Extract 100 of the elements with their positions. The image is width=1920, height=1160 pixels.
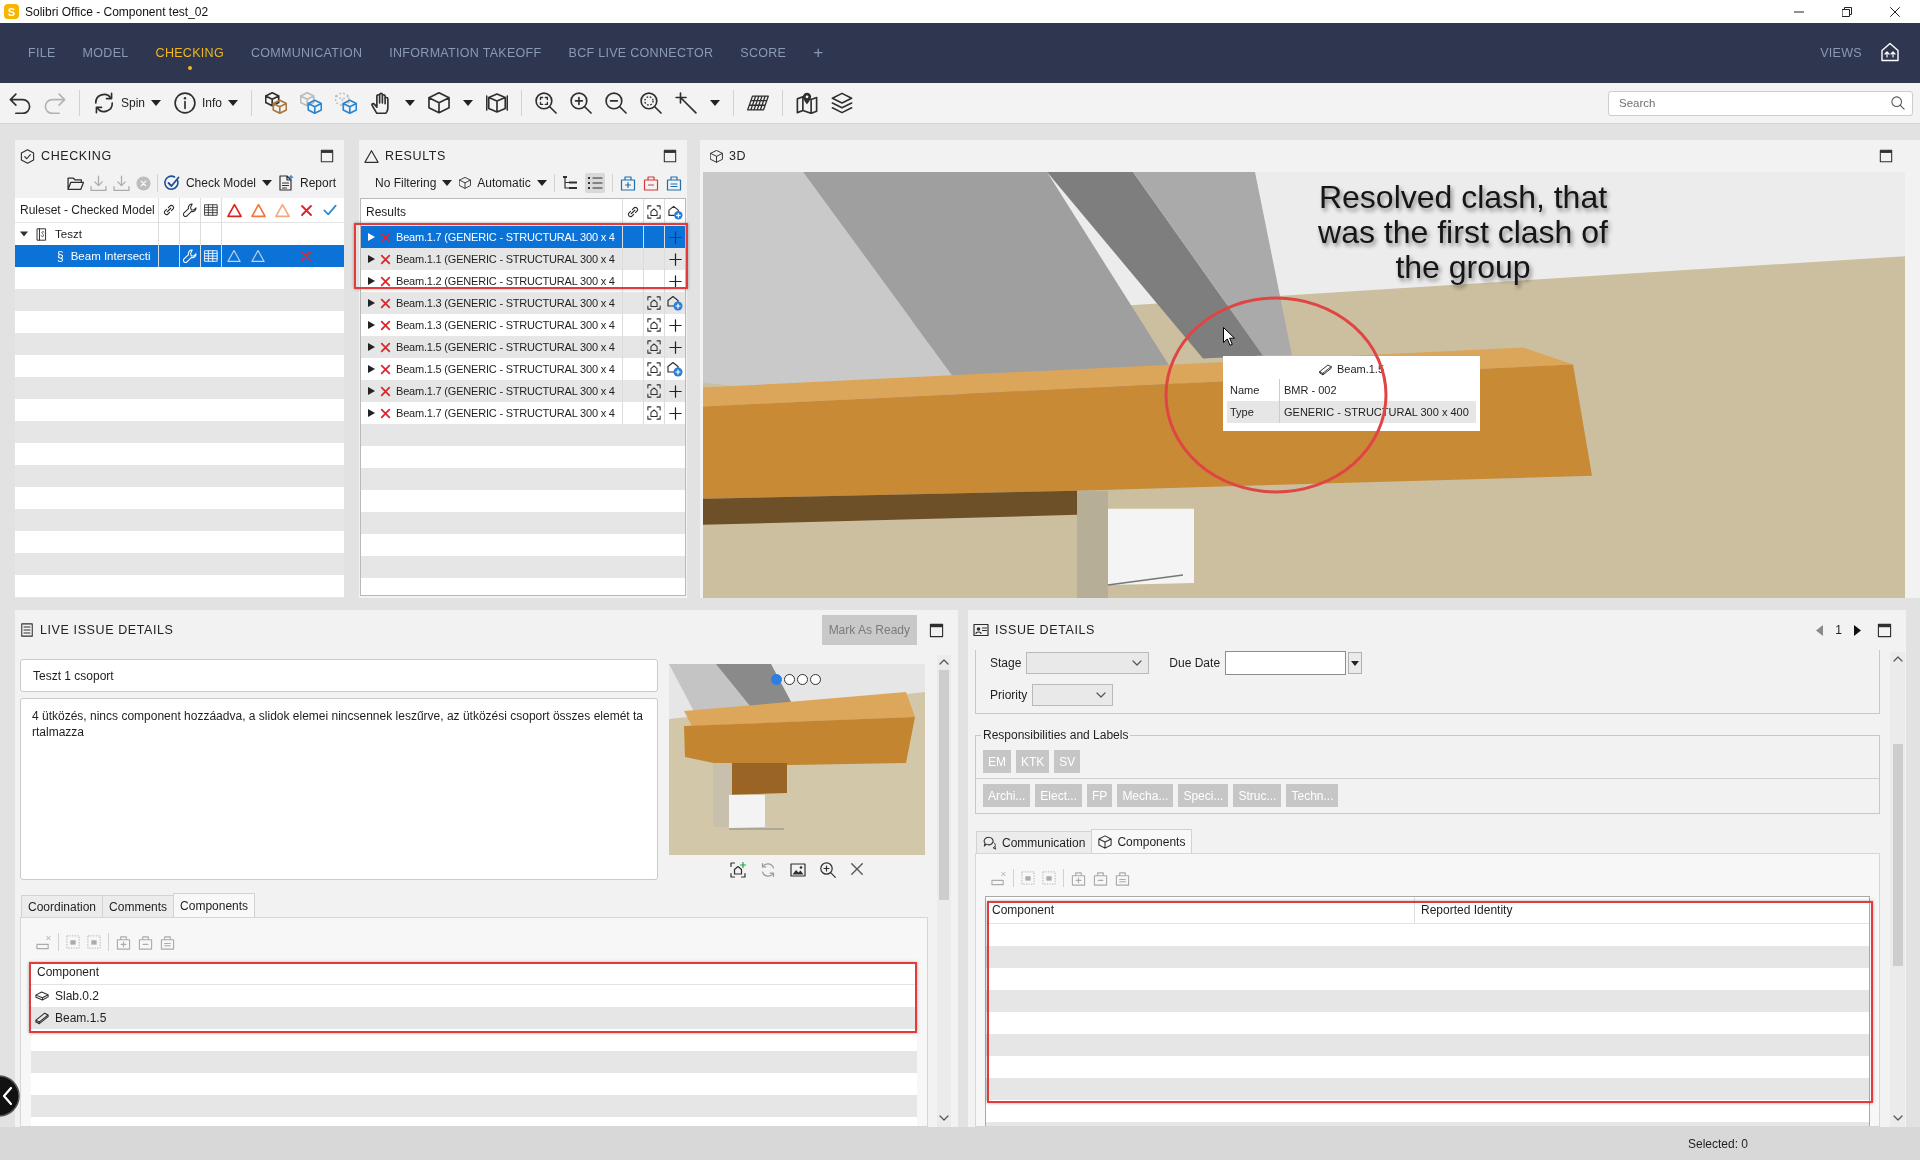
menu-tab[interactable]: INFORMATION TAKEOFF xyxy=(389,39,542,63)
caret-right-icon[interactable] xyxy=(368,409,375,417)
result-row[interactable]: Beam.1.1 (GENERIC - STRUCTURAL 300 x 4 xyxy=(361,248,685,270)
previous-icon[interactable] xyxy=(1816,624,1824,636)
caret-down-icon[interactable] xyxy=(442,180,453,186)
caret-right-icon[interactable] xyxy=(368,255,375,263)
viewpoint-icon[interactable] xyxy=(647,296,661,310)
views-button[interactable]: VIEWS xyxy=(1820,39,1862,67)
next-icon[interactable] xyxy=(1854,624,1861,636)
house-icon[interactable] xyxy=(1880,42,1900,62)
section-box-icon[interactable] xyxy=(486,92,509,114)
zoom-in-icon[interactable] xyxy=(820,862,836,878)
tree-view-icon[interactable] xyxy=(561,175,578,191)
tab[interactable]: Components xyxy=(173,893,256,917)
viewpoint-icon[interactable] xyxy=(647,406,661,420)
plus-icon[interactable] xyxy=(668,318,682,332)
maximize-icon[interactable] xyxy=(1877,622,1892,638)
caret-right-icon[interactable] xyxy=(368,299,375,307)
tab[interactable]: Coordination xyxy=(21,895,104,917)
tree-row[interactable]: § Beam Intersecti xyxy=(15,245,344,267)
result-row[interactable]: Beam.1.3 (GENERIC - STRUCTURAL 300 x 4 xyxy=(361,292,685,314)
dropdown-field[interactable] xyxy=(1032,684,1114,706)
caret-down-icon[interactable] xyxy=(20,230,28,238)
search-icon[interactable] xyxy=(1891,95,1905,110)
maximize-icon[interactable] xyxy=(1879,149,1893,163)
component-name[interactable]: Beam.1.5 xyxy=(55,1011,107,1025)
slide-dot-icon[interactable] xyxy=(771,674,782,685)
plus-icon[interactable] xyxy=(668,384,682,398)
viewpoint-icon[interactable] xyxy=(647,318,661,332)
bag-icon[interactable] xyxy=(665,175,682,191)
plus-icon[interactable] xyxy=(668,406,682,420)
chevron-up-icon[interactable] xyxy=(939,659,949,665)
menu-tab[interactable]: SCORE xyxy=(740,39,787,63)
image-icon[interactable] xyxy=(790,862,806,878)
spin-button[interactable]: Spin xyxy=(93,91,162,115)
caret-right-icon[interactable] xyxy=(368,387,375,395)
caret-down-icon[interactable] xyxy=(536,180,547,186)
viewpoint-icon[interactable] xyxy=(647,340,661,354)
dropdown-button[interactable] xyxy=(1348,652,1363,674)
zoom-area-icon[interactable] xyxy=(640,92,663,114)
plus-icon[interactable] xyxy=(668,274,682,288)
tab[interactable]: Communication xyxy=(976,831,1093,853)
result-row[interactable]: Beam.1.5 (GENERIC - STRUCTURAL 300 x 4 xyxy=(361,358,685,380)
caret-right-icon[interactable] xyxy=(368,343,375,351)
title-field[interactable]: Teszt 1 csoport xyxy=(20,659,658,692)
caret-down-icon[interactable] xyxy=(710,100,721,106)
dropdown-field[interactable] xyxy=(1026,652,1150,674)
close-icon[interactable] xyxy=(850,862,864,876)
close-icon[interactable] xyxy=(1890,6,1900,17)
linked-issue-icon[interactable] xyxy=(667,295,683,311)
restore-icon[interactable] xyxy=(1842,6,1852,17)
plus-icon[interactable] xyxy=(668,340,682,354)
undo-icon[interactable] xyxy=(9,92,31,114)
linked-issue-icon[interactable] xyxy=(667,361,683,377)
menu-tab[interactable]: MODEL xyxy=(82,39,129,63)
tab[interactable]: Comments xyxy=(102,895,175,917)
caret-down-icon[interactable] xyxy=(228,100,239,106)
search-field[interactable]: Search xyxy=(1608,90,1913,116)
grid-plane-icon[interactable] xyxy=(747,92,770,114)
caret-right-icon[interactable] xyxy=(368,321,375,329)
report-button[interactable]: Report xyxy=(277,171,336,195)
caret-down-icon[interactable] xyxy=(463,100,474,106)
date-field[interactable] xyxy=(1225,651,1347,675)
zoom-in-icon[interactable] xyxy=(570,92,593,114)
map-pin-icon[interactable] xyxy=(796,92,819,114)
scrollbar[interactable] xyxy=(937,655,951,1127)
description-field[interactable]: 4 ütközés, nincs component hozzáadva, a slidok elemei nincsennek leszűrve, az ütközési csoport összes elemét tartalmazza xyxy=(20,698,658,880)
component-name[interactable]: Slab.0.2 xyxy=(55,989,100,1003)
caret-down-icon[interactable] xyxy=(405,100,416,106)
result-row[interactable]: Beam.1.5 (GENERIC - STRUCTURAL 300 x 4 xyxy=(361,336,685,358)
caret-right-icon[interactable] xyxy=(368,365,375,373)
maximize-icon[interactable] xyxy=(320,149,334,163)
chevron-down-icon[interactable] xyxy=(939,1115,949,1121)
3d-model-view[interactable] xyxy=(703,172,1905,598)
menu-tab[interactable]: BCF LIVE CONNECTOR xyxy=(568,39,714,63)
viewpoint-icon[interactable] xyxy=(647,362,661,376)
plus-icon[interactable] xyxy=(668,252,682,266)
result-row[interactable]: Beam.1.7 (GENERIC - STRUCTURAL 300 x 4 xyxy=(361,380,685,402)
caret-down-icon[interactable] xyxy=(151,100,162,106)
result-row[interactable]: Beam.1.7 (GENERIC - STRUCTURAL 300 x 4 xyxy=(361,402,685,424)
list-view-icon[interactable] xyxy=(584,173,605,193)
filter-dropdown[interactable]: No Filtering xyxy=(375,171,453,195)
info-button[interactable]: Info xyxy=(174,91,239,115)
bag-minus-icon[interactable] xyxy=(642,175,659,191)
result-row[interactable]: Beam.1.2 (GENERIC - STRUCTURAL 300 x 4 xyxy=(361,270,685,292)
maximize-icon[interactable] xyxy=(929,622,944,638)
maximize-icon[interactable] xyxy=(663,149,677,163)
viewpoint-icon[interactable] xyxy=(647,384,661,398)
slide-dot-icon[interactable] xyxy=(810,674,821,685)
cube-icon[interactable] xyxy=(428,92,451,114)
caret-right-icon[interactable] xyxy=(368,277,375,285)
mode-dropdown[interactable]: Automatic xyxy=(459,171,547,195)
cubes-icon[interactable] xyxy=(265,92,288,114)
add-tab-button[interactable]: + xyxy=(813,39,824,66)
chevron-down-icon[interactable] xyxy=(1892,1115,1903,1121)
scrollbar[interactable] xyxy=(1890,652,1905,1127)
select-arrow-icon[interactable] xyxy=(675,92,698,114)
menu-tab[interactable]: CHECKING xyxy=(155,39,224,73)
slide-dot-icon[interactable] xyxy=(784,674,795,685)
add-viewpoint-icon[interactable] xyxy=(730,862,746,878)
